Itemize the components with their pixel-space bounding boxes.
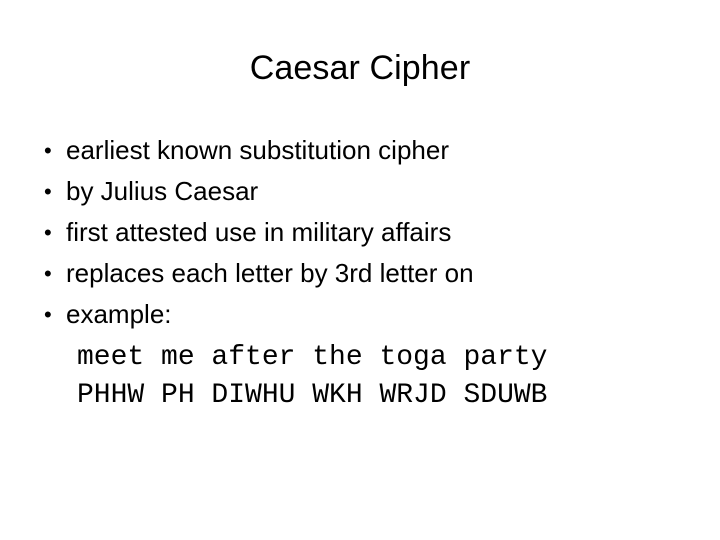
list-item: • example: <box>40 294 680 335</box>
list-item: • by Julius Caesar <box>40 171 680 212</box>
list-item: • first attested use in military affairs <box>40 212 680 253</box>
ciphertext-line: PHHW PH DIWHU WKH WRJD SDUWB <box>77 380 548 411</box>
bullet-dot-icon: • <box>44 302 52 327</box>
list-item-label: example: <box>66 299 172 329</box>
bullet-list: • earliest known substitution cipher • b… <box>40 130 680 335</box>
bullet-dot-icon: • <box>44 261 52 286</box>
page-title: Caesar Cipher <box>249 49 471 87</box>
list-item-label: by Julius Caesar <box>66 176 259 206</box>
list-item: • earliest known substitution cipher <box>40 130 680 171</box>
slide: Caesar Cipher • earliest known substitut… <box>0 0 720 540</box>
list-item-label: replaces each letter by 3rd letter on <box>66 258 474 288</box>
bullet-dot-icon: • <box>44 179 52 204</box>
bullet-dot-icon: • <box>44 220 52 245</box>
cipher-example-block: meet me after the toga party PHHW PH DIW… <box>77 339 677 415</box>
list-item-label: earliest known substitution cipher <box>66 135 449 165</box>
bullet-dot-icon: • <box>44 138 52 163</box>
list-item: • replaces each letter by 3rd letter on <box>40 253 680 294</box>
plaintext-line: meet me after the toga party <box>77 342 548 373</box>
list-item-label: first attested use in military affairs <box>66 217 452 247</box>
